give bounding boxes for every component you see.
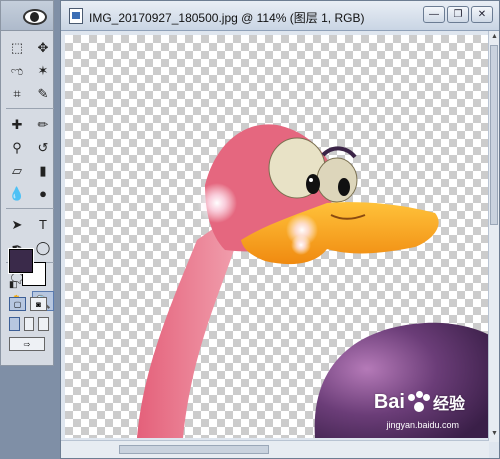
baidu-watermark: Bai 经验 (374, 390, 465, 414)
document-window: IMG_20170927_180500.jpg @ 114% (图层 1, RG… (60, 0, 500, 459)
lasso-tool[interactable]: ಌ (6, 60, 28, 80)
standard-mode-button[interactable]: ▢ (9, 297, 26, 311)
healing-brush-tool[interactable]: ✚ (6, 114, 28, 134)
eye-logo-icon (23, 9, 47, 25)
brush-tool[interactable]: ✏ (32, 114, 54, 134)
document-title: IMG_20170927_180500.jpg @ 114% (图层 1, RG… (89, 11, 365, 25)
foreground-color-swatch[interactable] (8, 248, 34, 274)
horizontal-scroll-thumb[interactable] (119, 445, 269, 454)
screen-mode-row (9, 317, 50, 333)
move-tool[interactable]: ✥ (32, 37, 54, 57)
image-canvas[interactable]: Bai 经验 jingyan.baidu.com (65, 35, 489, 438)
history-brush-tool[interactable]: ↺ (32, 137, 54, 157)
screen-mode-full-button[interactable] (38, 317, 50, 331)
window-controls: — ❐ ✕ (423, 6, 493, 23)
slice-tool[interactable]: ✎ (32, 83, 54, 103)
color-swatches: ◧ (8, 248, 49, 290)
clone-stamp-tool[interactable]: ⚲ (6, 137, 28, 157)
marquee-tool[interactable]: ⬚ (6, 37, 28, 57)
eraser-tool[interactable]: ▱ (6, 160, 28, 180)
path-select-tool[interactable]: ➤ (6, 214, 28, 234)
toolbox-divider (6, 108, 54, 109)
watermark-brand-cn: 经验 (432, 396, 465, 413)
scroll-down-arrow-icon[interactable]: ▼ (490, 430, 499, 440)
vertical-scroll-thumb[interactable] (490, 45, 498, 225)
gradient-tool[interactable]: ▮ (32, 160, 54, 180)
toolbox-panel: ⬚ ✥ ಌ ✶ ⌗ ✎ ✚ ✏ ⚲ ↺ ▱ ▮ 💧 ● ➤ T ✒ ◯ 🗨 ⁄ … (0, 0, 54, 366)
screen-mode-menu-button[interactable] (23, 317, 35, 331)
jump-row: ⇨ (9, 337, 49, 353)
document-icon (69, 8, 83, 24)
document-titlebar[interactable]: IMG_20170927_180500.jpg @ 114% (图层 1, RG… (61, 1, 499, 31)
default-colors-icon[interactable]: ◧ (9, 279, 18, 290)
screen-mode-standard-button[interactable] (9, 317, 20, 331)
vertical-scrollbar[interactable]: ▲ ▼ (488, 31, 499, 442)
dodge-tool[interactable]: ● (32, 183, 54, 203)
toolbox-divider (6, 208, 54, 209)
blur-tool[interactable]: 💧 (6, 183, 28, 203)
scroll-up-arrow-icon[interactable]: ▲ (490, 33, 499, 43)
crop-tool[interactable]: ⌗ (6, 83, 28, 103)
ostrich-artwork (137, 124, 489, 438)
minimize-button[interactable]: — (423, 6, 445, 23)
type-tool[interactable]: T (32, 214, 54, 234)
quick-mask-button[interactable]: ◙ (30, 297, 47, 311)
horizontal-scrollbar[interactable] (61, 440, 489, 458)
edit-mode-row: ▢ ◙ (9, 297, 49, 313)
paw-icon (407, 391, 430, 413)
restore-button[interactable]: ❐ (447, 6, 469, 23)
magic-wand-tool[interactable]: ✶ (32, 60, 54, 80)
close-button[interactable]: ✕ (471, 6, 493, 23)
toolbox-logo[interactable] (1, 1, 53, 31)
watermark-brand: Bai (373, 390, 405, 413)
watermark-url: jingyan.baidu.com (386, 420, 459, 430)
jump-to-imageready-button[interactable]: ⇨ (9, 337, 45, 351)
